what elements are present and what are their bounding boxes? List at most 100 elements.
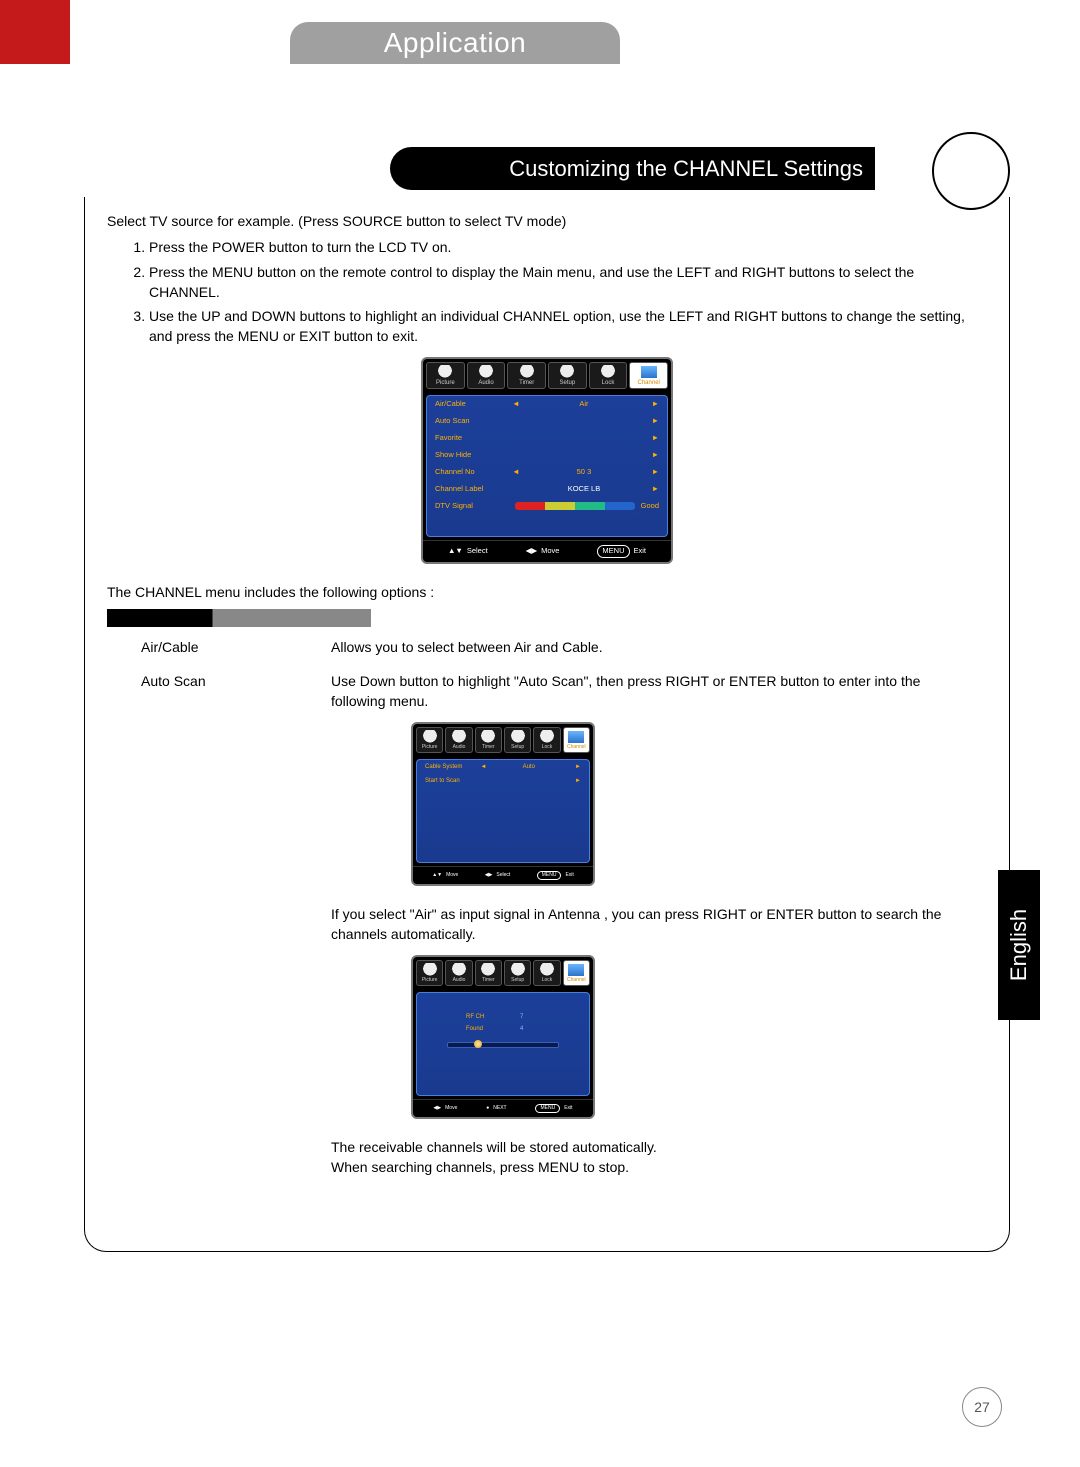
menu-tab-lock[interactable]: Lock: [533, 960, 560, 986]
menu-tab-channel[interactable]: Channel: [563, 960, 590, 986]
updown-icon: ▲▼: [432, 872, 442, 879]
lock-icon: [538, 730, 556, 744]
menu-row-label: Favorite: [435, 433, 509, 444]
auto-scan-air-text: If you select "Air" as input signal in A…: [331, 904, 977, 945]
menu-tab-lock[interactable]: Lock: [533, 727, 560, 753]
menu-tab-label: Setup: [511, 744, 524, 751]
menu-row-value: KOCE LB: [568, 484, 601, 493]
menu-row-channel-label[interactable]: Channel Label KOCE LB ►: [427, 481, 667, 498]
menu-button-icon: MENU: [597, 545, 629, 558]
menu-tab-timer[interactable]: Timer: [475, 727, 502, 753]
left-arrow-icon[interactable]: ◄: [509, 467, 523, 478]
intro-text: Select TV source for example. (Press SOU…: [107, 211, 987, 231]
menu-row-channel-no[interactable]: Channel No◄50 3►: [427, 464, 667, 481]
menu-tab-setup[interactable]: Setup: [504, 960, 531, 986]
menu-row-favorite[interactable]: Favorite ►: [427, 430, 667, 447]
scan-progress: RF CH7 Found4: [417, 993, 589, 1064]
right-arrow-icon[interactable]: ►: [567, 777, 581, 786]
menu-tab-label: Audio: [453, 977, 466, 984]
menu-row-cable-system[interactable]: Cable System◄Auto►: [417, 760, 589, 775]
menu-tab-label: Picture: [422, 744, 438, 751]
timer-icon: [518, 365, 536, 379]
menu-row-value: Auto: [490, 763, 567, 772]
setup-icon: [509, 963, 527, 977]
menu-footer: ◀▶Move ●NEXT MENUExit: [413, 1099, 593, 1117]
menu-tab-audio[interactable]: Audio: [445, 727, 472, 753]
setup-icon: [558, 365, 576, 379]
options-intro: The CHANNEL menu includes the following …: [107, 582, 987, 602]
right-arrow-icon[interactable]: ►: [645, 484, 659, 495]
menu-row-show-hide[interactable]: Show Hide ►: [427, 447, 667, 464]
signal-bars-icon: [515, 502, 635, 510]
left-arrow-icon[interactable]: ◄: [509, 399, 523, 410]
menu-tab-channel[interactable]: Channel: [629, 362, 668, 390]
step-item: Press the MENU button on the remote cont…: [149, 262, 987, 303]
right-arrow-icon[interactable]: ►: [645, 416, 659, 427]
menu-row-start-to-scan[interactable]: Start to Scan►: [417, 774, 589, 789]
right-arrow-icon[interactable]: ►: [645, 467, 659, 478]
rf-ch-label: RF CH: [466, 1013, 506, 1022]
menu-tab-label: Channel: [567, 744, 586, 751]
right-arrow-icon[interactable]: ►: [645, 433, 659, 444]
menu-tab-timer[interactable]: Timer: [507, 362, 546, 390]
menu-tab-label: Channel: [638, 379, 660, 388]
audio-icon: [450, 963, 468, 977]
menu-tab-channel[interactable]: Channel: [563, 727, 590, 753]
menu-tab-label: Lock: [602, 379, 615, 388]
content-frame: Select TV source for example. (Press SOU…: [84, 197, 1010, 1252]
progress-knob-icon: [474, 1040, 482, 1048]
section-title: Customizing the CHANNEL Settings: [509, 156, 863, 182]
picture-icon: [421, 963, 439, 977]
menu-tab-label: Channel: [567, 977, 586, 984]
menu-row-auto-scan[interactable]: Auto Scan►: [427, 413, 667, 430]
option-label: Air/Cable: [107, 637, 331, 657]
menu-tab-setup[interactable]: Setup: [504, 727, 531, 753]
timer-icon: [479, 730, 497, 744]
timer-icon: [479, 963, 497, 977]
channel-icon: [567, 963, 585, 977]
channel-icon: [567, 730, 585, 744]
menu-tab-audio[interactable]: Audio: [467, 362, 506, 390]
menu-tab-picture[interactable]: Picture: [416, 727, 443, 753]
right-arrow-icon[interactable]: ►: [645, 399, 659, 410]
auto-scan-menu-figure: Picture Audio Timer Setup Lock Channel C…: [411, 722, 595, 887]
menu-row-air-cable[interactable]: Air/Cable◄Air►: [427, 396, 667, 413]
left-arrow-icon[interactable]: ◄: [476, 763, 490, 772]
menu-tab-lock[interactable]: Lock: [589, 362, 628, 390]
footer-exit-label: Exit: [564, 1105, 572, 1112]
option-row-air-cable: Air/Cable Allows you to select between A…: [107, 637, 987, 657]
menu-row-label: Channel Label: [435, 484, 509, 495]
right-arrow-icon[interactable]: ►: [567, 763, 581, 772]
found-label: Found: [466, 1025, 506, 1034]
menu-tab-label: Setup: [560, 379, 576, 388]
footer-exit-label: Exit: [634, 546, 647, 557]
menu-tab-audio[interactable]: Audio: [445, 960, 472, 986]
divider-bar: [107, 609, 987, 627]
lock-icon: [538, 963, 556, 977]
step-item: Use the UP and DOWN buttons to highlight…: [149, 306, 987, 347]
leftright-icon: ◀▶: [485, 872, 493, 879]
menu-tab-setup[interactable]: Setup: [548, 362, 587, 390]
menu-row-label: Show Hide: [435, 450, 509, 461]
menu-tab-picture[interactable]: Picture: [426, 362, 465, 390]
menu-row-label: DTV Signal: [435, 501, 509, 512]
footer-exit-label: Exit: [565, 872, 573, 879]
menu-tab-picture[interactable]: Picture: [416, 960, 443, 986]
option-desc: Use Down button to highlight "Auto Scan"…: [331, 671, 977, 712]
auto-scan-trailing-1: The receivable channels will be stored a…: [331, 1137, 977, 1157]
menu-row-value: 50 3: [523, 467, 645, 478]
setup-icon: [509, 730, 527, 744]
progress-track: [447, 1042, 559, 1048]
option-label: Auto Scan: [107, 671, 331, 1178]
footer-select-label: Select: [496, 872, 510, 879]
menu-tab-label: Audio: [478, 379, 493, 388]
option-desc: Allows you to select between Air and Cab…: [331, 637, 987, 657]
option-row-auto-scan: Auto Scan Use Down button to highlight "…: [107, 671, 987, 1178]
dot-icon: ●: [486, 1105, 489, 1112]
menu-tab-timer[interactable]: Timer: [475, 960, 502, 986]
app-tab-label: Application: [384, 27, 526, 59]
language-side-tab: English: [998, 870, 1040, 1020]
updown-icon: ▲▼: [448, 546, 463, 557]
right-arrow-icon[interactable]: ►: [645, 450, 659, 461]
menu-row-value: Air: [523, 399, 645, 410]
